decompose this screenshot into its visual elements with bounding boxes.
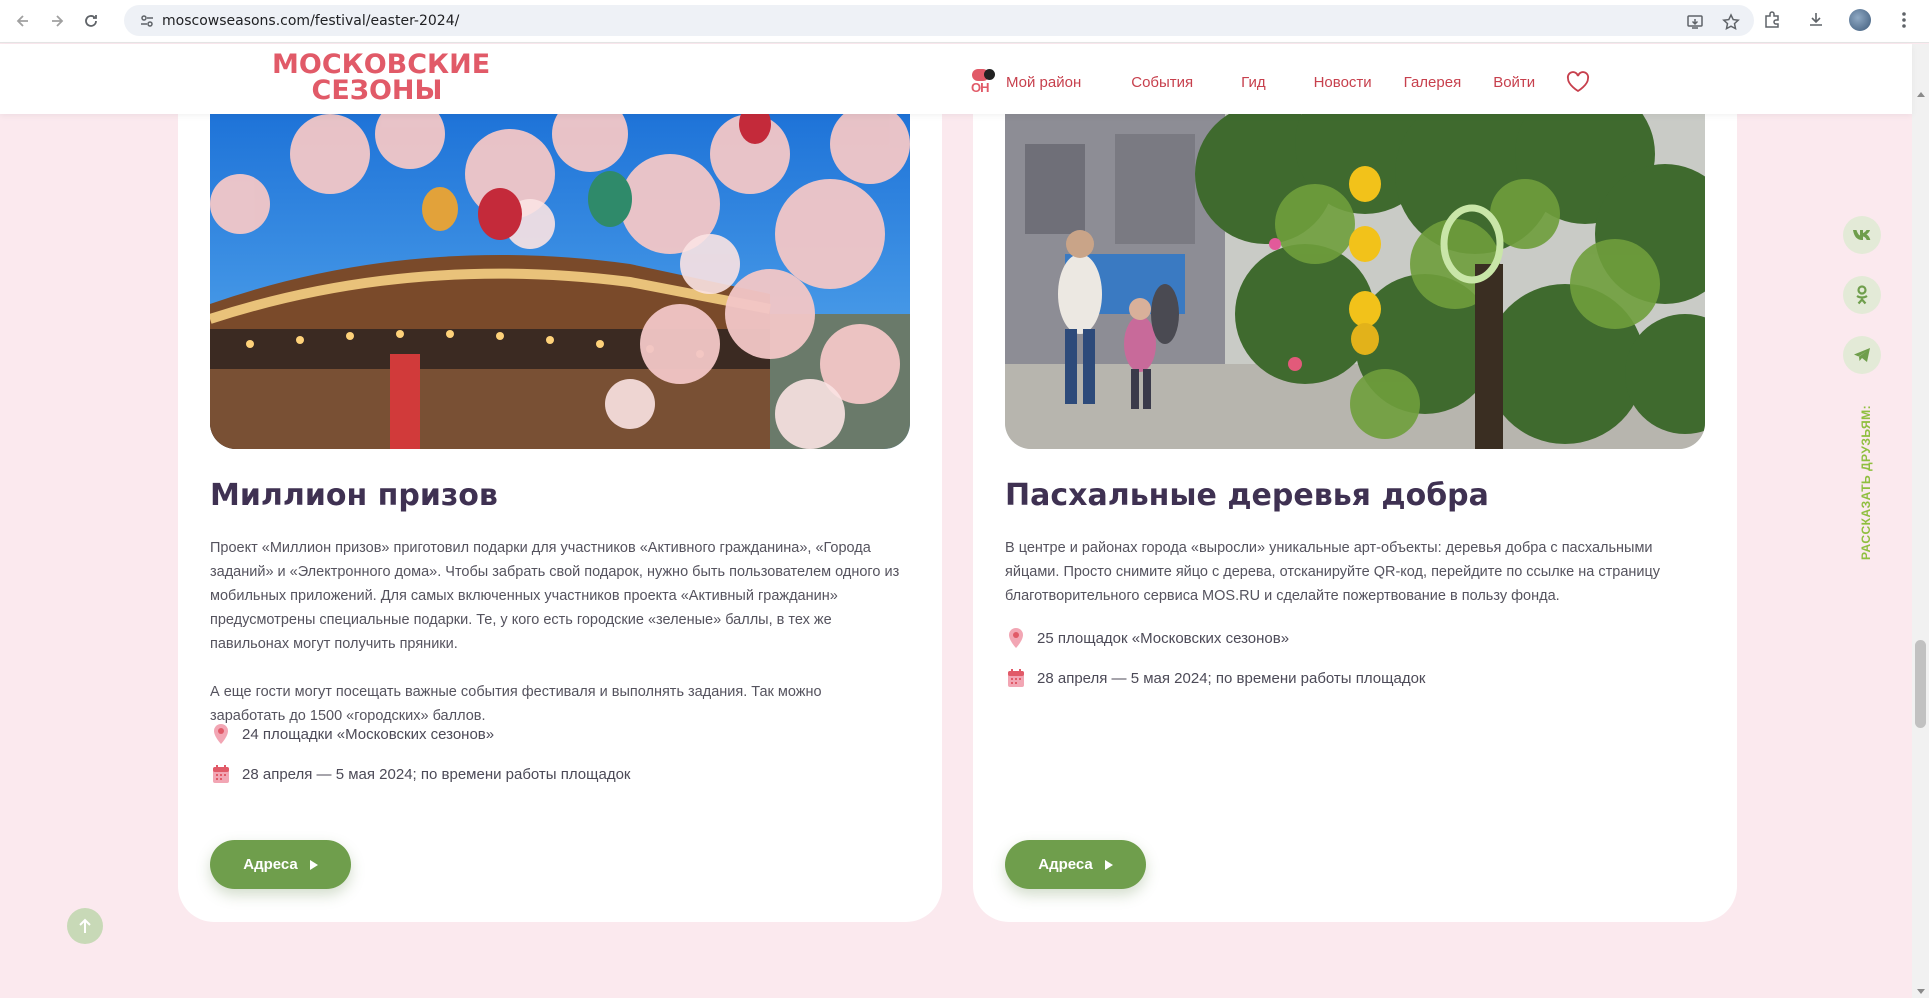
- forward-icon[interactable]: [46, 10, 68, 32]
- page-scrollbar[interactable]: [1912, 44, 1929, 998]
- reload-icon[interactable]: [80, 10, 102, 32]
- event-card-million-prizes: Миллион призов Проект «Миллион призов» п…: [178, 100, 942, 922]
- location-text: 25 площадок «Московских сезонов»: [1037, 629, 1290, 647]
- dates-text: 28 апреля — 5 мая 2024; по времени работ…: [242, 765, 631, 783]
- menu-item-gallery[interactable]: Галерея: [1404, 74, 1462, 91]
- card-paragraph: Проект «Миллион призов» приготовил подар…: [210, 540, 900, 652]
- menu-item-news[interactable]: Новости: [1314, 74, 1372, 91]
- site-logo[interactable]: МОСКОВСКИЕ СЕЗОНЫ: [272, 51, 490, 106]
- card-title: Пасхальные деревья добра: [1005, 478, 1489, 513]
- logo-line-2: СЕЗОНЫ: [311, 75, 443, 106]
- card-image-easter-tree: [1005, 114, 1705, 449]
- menu-item-guide[interactable]: Гид: [1241, 74, 1265, 91]
- location-text: 24 площадки «Московских сезонов»: [242, 725, 495, 743]
- scrollbar-thumb[interactable]: [1915, 640, 1926, 728]
- favorites-heart-icon[interactable]: [1565, 70, 1591, 94]
- menu-item-login[interactable]: Войти: [1493, 74, 1535, 91]
- card-dates: 28 апреля — 5 мая 2024; по времени работ…: [210, 762, 630, 786]
- extensions-icon[interactable]: [1761, 9, 1783, 31]
- vk-share-icon[interactable]: [1843, 216, 1881, 254]
- address-bar[interactable]: moscowseasons.com/festival/easter-2024/: [124, 5, 1754, 36]
- calendar-icon: [210, 762, 232, 786]
- my-district-logo-icon: ОН: [970, 68, 998, 96]
- menu-item-my-district[interactable]: ОН Мой район: [970, 68, 1081, 96]
- card-image-carousel: [210, 114, 910, 449]
- card-location: 24 площадки «Московских сезонов»: [210, 722, 494, 746]
- card-dates: 28 апреля — 5 мая 2024; по времени работ…: [1005, 666, 1425, 690]
- scroll-down-arrow-icon[interactable]: [1917, 989, 1925, 994]
- card-paragraph: В центре и районах города «выросли» уник…: [1005, 540, 1661, 604]
- event-card-easter-trees: Пасхальные деревья добра В центре и райо…: [973, 100, 1737, 922]
- site-header: МОСКОВСКИЕ СЕЗОНЫ ОН Мой район События Г…: [0, 44, 1912, 114]
- menu-item-events[interactable]: События: [1131, 74, 1193, 91]
- back-icon[interactable]: [12, 10, 34, 32]
- main-menu: ОН Мой район События Гид Новости Галерея…: [970, 68, 1591, 96]
- addresses-button[interactable]: Адреса: [1005, 840, 1146, 889]
- profile-avatar[interactable]: [1849, 9, 1871, 31]
- url-text[interactable]: moscowseasons.com/festival/easter-2024/: [162, 13, 459, 29]
- browser-toolbar: moscowseasons.com/festival/easter-2024/: [0, 0, 1929, 43]
- install-app-icon[interactable]: [1684, 11, 1706, 33]
- addresses-button-label: Адреса: [1038, 856, 1093, 873]
- card-paragraph: А еще гости могут посещать важные событи…: [210, 684, 822, 724]
- downloads-icon[interactable]: [1805, 9, 1827, 31]
- location-pin-icon: [1005, 626, 1027, 650]
- ok-share-icon[interactable]: [1843, 276, 1881, 314]
- card-title: Миллион призов: [210, 478, 498, 513]
- card-description: В центре и районах города «выросли» уник…: [1005, 536, 1695, 608]
- scroll-to-top-button[interactable]: [67, 908, 103, 944]
- play-arrow-icon: [1104, 859, 1113, 870]
- menu-label-my-district[interactable]: Мой район: [1006, 74, 1081, 91]
- more-menu-icon[interactable]: [1893, 9, 1915, 31]
- addresses-button-label: Адреса: [243, 856, 298, 873]
- play-arrow-icon: [309, 859, 318, 870]
- share-with-friends-label: РАССКАЗАТЬ ДРУЗЬЯМ:: [1859, 404, 1873, 560]
- my-district-badge: ОН: [971, 80, 989, 95]
- addresses-button[interactable]: Адреса: [210, 840, 351, 889]
- scroll-up-arrow-icon[interactable]: [1917, 92, 1925, 97]
- telegram-share-icon[interactable]: [1843, 336, 1881, 374]
- location-pin-icon: [210, 722, 232, 746]
- bookmark-star-icon[interactable]: [1720, 11, 1742, 33]
- dates-text: 28 апреля — 5 мая 2024; по времени работ…: [1037, 669, 1426, 687]
- calendar-icon: [1005, 666, 1027, 690]
- site-settings-icon[interactable]: [132, 13, 162, 29]
- card-description: Проект «Миллион призов» приготовил подар…: [210, 536, 900, 728]
- card-location: 25 площадок «Московских сезонов»: [1005, 626, 1289, 650]
